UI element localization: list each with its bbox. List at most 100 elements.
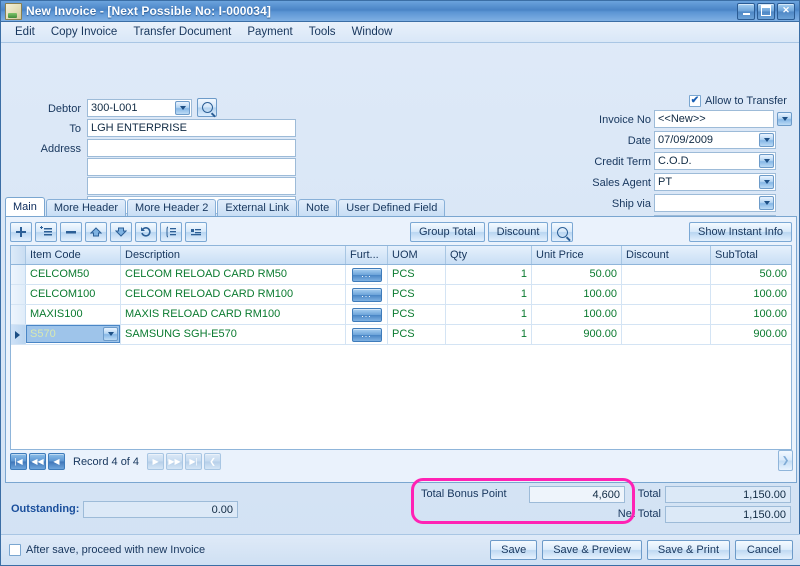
- close-button[interactable]: ✕: [777, 2, 795, 20]
- cell-subtotal[interactable]: 100.00: [711, 305, 791, 324]
- tab-main[interactable]: Main: [5, 197, 45, 217]
- table-row-selected[interactable]: S570 SAMSUNG SGH-E570 ... PCS 1 900.00 9…: [11, 325, 791, 345]
- nav-first-button[interactable]: |◀: [10, 453, 27, 470]
- cell-discount[interactable]: [622, 285, 711, 304]
- further-details-button[interactable]: ...: [351, 327, 382, 342]
- cell-item-code[interactable]: MAXIS100: [26, 305, 121, 324]
- cancel-button[interactable]: Cancel: [735, 540, 793, 560]
- menu-item-tools[interactable]: Tools: [301, 24, 344, 40]
- column-header-qty[interactable]: Qty: [446, 246, 532, 264]
- cell-qty[interactable]: 1: [446, 265, 532, 284]
- table-row[interactable]: CELCOM100 CELCOM RELOAD CARD RM100 ... P…: [11, 285, 791, 305]
- ship-via-dropdown-icon[interactable]: [759, 196, 774, 210]
- cell-description[interactable]: CELCOM RELOAD CARD RM50: [121, 265, 346, 284]
- tab-user-defined-field[interactable]: User Defined Field: [338, 199, 446, 217]
- cell-discount[interactable]: [622, 305, 711, 324]
- show-instant-info-button[interactable]: Show Instant Info: [689, 222, 792, 242]
- credit-term-input[interactable]: C.O.D.: [654, 152, 776, 170]
- move-up-icon[interactable]: [85, 222, 107, 242]
- column-header-discount[interactable]: Discount: [622, 246, 711, 264]
- item-code-dropdown-icon[interactable]: [103, 327, 118, 341]
- further-details-button[interactable]: ...: [351, 267, 382, 282]
- cell-qty[interactable]: 1: [446, 285, 532, 304]
- table-row[interactable]: CELCOM50 CELCOM RELOAD CARD RM50 ... PCS…: [11, 265, 791, 285]
- after-save-checkbox[interactable]: After save, proceed with new Invoice: [9, 544, 205, 556]
- cell-subtotal[interactable]: 900.00: [711, 325, 791, 344]
- cell-unit-price[interactable]: 100.00: [532, 285, 622, 304]
- cell-item-code[interactable]: CELCOM50: [26, 265, 121, 284]
- nav-next-page-button[interactable]: ▶▶: [166, 453, 184, 470]
- nav-last-button[interactable]: ▶|: [185, 453, 203, 470]
- cell-uom[interactable]: PCS: [388, 305, 446, 324]
- column-header-description[interactable]: Description: [121, 246, 346, 264]
- menu-item-payment[interactable]: Payment: [239, 24, 300, 40]
- to-input[interactable]: LGH ENTERPRISE: [87, 119, 296, 137]
- insert-row-icon[interactable]: [35, 222, 57, 242]
- sales-agent-input[interactable]: PT: [654, 173, 776, 191]
- cell-unit-price[interactable]: 100.00: [532, 305, 622, 324]
- maximize-button[interactable]: [757, 2, 775, 20]
- invoice-no-input[interactable]: <<New>>: [654, 110, 774, 128]
- table-row[interactable]: MAXIS100 MAXIS RELOAD CARD RM100 ... PCS…: [11, 305, 791, 325]
- column-header-unit-price[interactable]: Unit Price: [532, 246, 622, 264]
- menu-item-window[interactable]: Window: [344, 24, 401, 40]
- cell-subtotal[interactable]: 50.00: [711, 265, 791, 284]
- further-details-button[interactable]: ...: [351, 307, 382, 322]
- debtor-dropdown-icon[interactable]: [175, 101, 190, 115]
- debtor-search-button[interactable]: [197, 98, 217, 117]
- allow-to-transfer-checkbox[interactable]: ✔ Allow to Transfer: [689, 95, 787, 107]
- menu-item-transfer-document[interactable]: Transfer Document: [125, 24, 239, 40]
- date-dropdown-icon[interactable]: [759, 133, 774, 147]
- delete-row-icon[interactable]: [60, 222, 82, 242]
- cell-unit-price[interactable]: 50.00: [532, 265, 622, 284]
- tab-more-header-2[interactable]: More Header 2: [127, 199, 217, 217]
- credit-term-dropdown-icon[interactable]: [759, 154, 774, 168]
- add-row-icon[interactable]: [10, 222, 32, 242]
- tab-note[interactable]: Note: [298, 199, 338, 217]
- cell-uom[interactable]: PCS: [388, 285, 446, 304]
- invoice-items-grid[interactable]: Item Code Description Furt... UOM Qty Un…: [10, 245, 792, 450]
- menu-item-edit[interactable]: Edit: [7, 24, 43, 40]
- cell-uom[interactable]: PCS: [388, 265, 446, 284]
- tab-external-link[interactable]: External Link: [217, 199, 298, 217]
- nav-extra-button[interactable]: ❮: [204, 453, 222, 470]
- nav-prev-page-button[interactable]: ◀◀: [29, 453, 46, 470]
- cell-description[interactable]: SAMSUNG SGH-E570: [121, 325, 346, 344]
- minimize-button[interactable]: [737, 2, 755, 20]
- detail-list-icon[interactable]: [160, 222, 182, 242]
- item-list-icon[interactable]: [185, 222, 207, 242]
- address-line-1[interactable]: [87, 139, 296, 157]
- cell-discount[interactable]: [622, 265, 711, 284]
- cell-item-code-editor[interactable]: S570: [26, 325, 120, 343]
- column-header-item-code[interactable]: Item Code: [26, 246, 121, 264]
- save-and-preview-button[interactable]: Save & Preview: [542, 540, 642, 560]
- grid-scroll-right-button[interactable]: ❯: [778, 450, 793, 471]
- cell-description[interactable]: CELCOM RELOAD CARD RM100: [121, 285, 346, 304]
- nav-prev-button[interactable]: ◀: [48, 453, 65, 470]
- further-details-button[interactable]: ...: [351, 287, 382, 302]
- address-line-2[interactable]: [87, 158, 296, 176]
- address-line-3[interactable]: [87, 177, 296, 195]
- move-down-icon[interactable]: [110, 222, 132, 242]
- column-header-uom[interactable]: UOM: [388, 246, 446, 264]
- cell-unit-price[interactable]: 900.00: [532, 325, 622, 344]
- cell-description[interactable]: MAXIS RELOAD CARD RM100: [121, 305, 346, 324]
- cell-discount[interactable]: [622, 325, 711, 344]
- ship-via-input[interactable]: [654, 194, 776, 212]
- save-button[interactable]: Save: [490, 540, 538, 560]
- cell-qty[interactable]: 1: [446, 325, 532, 344]
- invoice-no-dropdown-icon[interactable]: [777, 112, 792, 126]
- grid-search-button[interactable]: [551, 222, 574, 242]
- column-header-further[interactable]: Furt...: [346, 246, 388, 264]
- cell-qty[interactable]: 1: [446, 305, 532, 324]
- discount-button[interactable]: Discount: [487, 222, 549, 242]
- tab-more-header[interactable]: More Header: [45, 199, 127, 217]
- cell-subtotal[interactable]: 100.00: [711, 285, 791, 304]
- save-and-print-button[interactable]: Save & Print: [646, 540, 730, 560]
- date-input[interactable]: 07/09/2009: [654, 131, 776, 149]
- nav-next-button[interactable]: ▶: [147, 453, 165, 470]
- group-total-button[interactable]: Group Total: [410, 222, 485, 242]
- menu-item-copy-invoice[interactable]: Copy Invoice: [43, 24, 125, 40]
- cell-item-code[interactable]: CELCOM100: [26, 285, 121, 304]
- sales-agent-dropdown-icon[interactable]: [759, 175, 774, 189]
